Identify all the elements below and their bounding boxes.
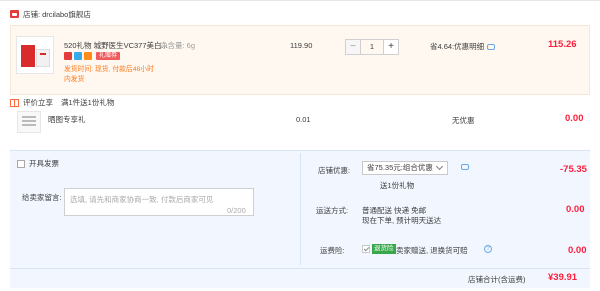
shop-discount-label: 店铺优惠: <box>318 166 351 175</box>
increase-quantity-button[interactable]: + <box>383 39 399 55</box>
review-gift-desc: 满1件送1份礼物 <box>61 98 115 107</box>
store-name-link[interactable]: drcilabo旗舰店 <box>42 9 91 20</box>
product-image-red-box <box>21 45 35 67</box>
product-title-link[interactable]: 520礼物 城野医生VC377美白... <box>64 40 168 51</box>
gift-coupon-badge: 礼赠券 <box>96 52 121 60</box>
options-divider <box>300 153 301 265</box>
item-subtotal: 115.26 <box>548 39 577 50</box>
review-gift-tag: 评价立享 <box>23 98 53 107</box>
service-badge-icon <box>74 52 82 60</box>
store-label: 店铺: <box>23 9 41 19</box>
invoice-label: 开具发票 <box>29 159 59 168</box>
product-thumbnail[interactable] <box>16 36 54 74</box>
insurance-amount: 0.00 <box>568 245 587 256</box>
gift-name: 晒图专享礼 <box>48 115 86 124</box>
gift-thumbnail[interactable] <box>17 111 41 133</box>
quantity-input[interactable]: 1 <box>361 39 383 55</box>
store-total-amount: ¥39.91 <box>548 272 578 283</box>
store-icon <box>10 10 19 18</box>
shipping-amount: 0.00 <box>566 204 585 215</box>
insurance-text: 卖家赠送, 退换货可赔 <box>396 246 468 255</box>
message-placeholder: 选填, 请先和商家协商一致, 付款后商家可见 <box>70 195 214 204</box>
chat-icon[interactable] <box>487 43 496 50</box>
invoice-option[interactable]: 开具发票 <box>17 158 59 169</box>
gift-discount: 无优惠 <box>452 116 475 125</box>
insurance-badge: 退货险 <box>372 244 396 254</box>
discount-detail-link[interactable]: 省4.64:优惠明细 <box>430 41 484 52</box>
shipping-time-text-cont: 内发货 <box>64 76 85 83</box>
shipping-time-text: 发货时间: 现货, 付款后48小时 <box>64 66 154 73</box>
shop-discount-selected: 省75.35元:组合优惠 <box>367 163 433 172</box>
gift-price: 0.01 <box>296 115 311 124</box>
service-badge-icon <box>84 52 92 60</box>
shop-discount-gift: 送1份礼物 <box>380 181 415 190</box>
service-badge-icon <box>64 52 72 60</box>
product-spec: 净含量: 6g <box>160 41 196 50</box>
chevron-down-icon <box>435 162 444 171</box>
product-image-white-box <box>36 49 50 67</box>
invoice-checkbox[interactable] <box>17 159 25 168</box>
insurance-checkbox[interactable] <box>362 245 370 253</box>
top-divider <box>0 0 600 1</box>
shipping-eta: 现在下单, 预计明天送达 <box>362 216 442 225</box>
shipping-label: 运送方式: <box>316 206 349 215</box>
decrease-quantity-button[interactable]: − <box>345 39 361 55</box>
store-total-label: 店铺合计(含运费) <box>468 275 526 284</box>
gift-icon <box>10 98 19 107</box>
review-gift-header: 评价立享 满1件送1份礼物 <box>10 97 114 108</box>
help-icon[interactable]: ? <box>484 245 492 253</box>
discount-info: 省4.64:优惠明细 <box>430 41 496 52</box>
gift-subtotal: 0.00 <box>565 113 584 124</box>
store-header: 店铺: drcilabo旗舰店 <box>10 7 91 21</box>
unit-price: 119.90 <box>290 41 313 50</box>
order-item-row <box>10 25 590 95</box>
shop-discount-select[interactable]: 省75.35元:组合优惠 <box>362 161 448 175</box>
quantity-stepper: − 1 + <box>345 39 399 55</box>
chat-icon[interactable] <box>461 164 469 170</box>
insurance-label: 运费险: <box>320 246 345 255</box>
message-char-count: 0/200 <box>227 206 246 215</box>
message-label: 给卖家留言: <box>22 193 62 202</box>
service-badges: 礼赠券 <box>64 52 121 60</box>
shop-discount-amount: -75.35 <box>560 164 587 175</box>
